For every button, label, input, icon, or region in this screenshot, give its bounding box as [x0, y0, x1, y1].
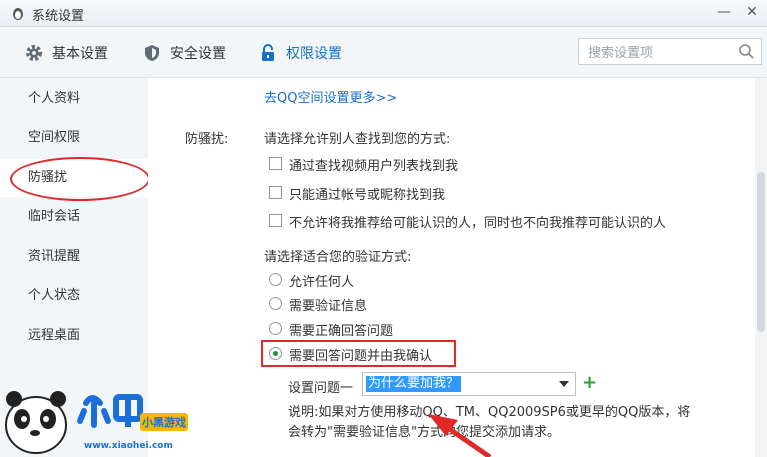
main-panel	[148, 78, 754, 457]
red-box-annotation	[261, 340, 456, 367]
scrollbar-thumb[interactable]	[757, 172, 765, 332]
red-circle-annotation	[10, 157, 150, 201]
tab-label: 权限设置	[286, 46, 342, 62]
close-button[interactable]: ✕	[742, 2, 762, 22]
sidebar-item-news-reminder[interactable]: 资讯提醒	[0, 238, 148, 276]
sidebar-item-profile[interactable]: 个人资料	[0, 80, 148, 118]
version-note: 说明:如果对方使用移动QQ、TM、QQ2009SP6或更早的QQ版本，将 会转为…	[288, 403, 708, 443]
verify-option-label: 允许任何人	[289, 275, 355, 290]
qq-penguin-icon	[13, 8, 23, 20]
sidebar-item-temp-session[interactable]: 临时会话	[0, 198, 148, 236]
lock-icon	[262, 44, 274, 61]
title-bar: 系统设置 — ✕	[0, 0, 767, 27]
sidebar-item-space-permission[interactable]: 空间权限	[0, 119, 148, 157]
watermark-url: www.xiaohei.com	[84, 441, 173, 451]
verify-option-radio[interactable]	[269, 297, 282, 310]
gear-icon	[26, 45, 42, 61]
find-option-label: 不允许将我推荐给可能认识的人，同时也不向我推荐可能认识的人	[289, 216, 667, 231]
search-box[interactable]	[578, 38, 762, 65]
find-option-checkbox[interactable]	[269, 157, 282, 170]
verify-method-question: 请选择适合您的验证方式:	[264, 250, 412, 265]
tab-security-settings[interactable]: 安全设置	[142, 41, 226, 65]
question-value: 为什么要加我？	[366, 376, 462, 392]
minimize-button[interactable]: —	[714, 2, 734, 22]
verify-option-radio[interactable]	[269, 273, 282, 286]
note-line: 会转为"需要验证信息"方式向您提交添加请求。	[288, 425, 560, 440]
tab-permission-settings[interactable]: 权限设置	[258, 41, 342, 65]
note-line: 说明:如果对方使用移动QQ、TM、QQ2009SP6或更早的QQ版本，将	[288, 405, 691, 420]
section-label: 防骚扰:	[185, 132, 229, 147]
window-title: 系统设置	[32, 9, 85, 24]
find-method-question: 请选择允许别人查找到您的方式:	[264, 132, 451, 147]
tab-label: 安全设置	[170, 46, 226, 62]
chevron-down-icon[interactable]	[559, 381, 569, 387]
question-select[interactable]: 为什么要加我？	[362, 372, 576, 396]
add-question-button[interactable]: +	[582, 372, 597, 393]
tab-label: 基本设置	[52, 46, 108, 62]
verify-option-radio[interactable]	[269, 322, 282, 335]
search-input[interactable]	[586, 43, 740, 63]
verify-option-label: 需要验证信息	[289, 299, 368, 314]
sidebar-item-personal-status[interactable]: 个人状态	[0, 277, 148, 315]
tab-basic-settings[interactable]: 基本设置	[24, 41, 108, 65]
watermark-text: 小黑游戏	[141, 415, 186, 429]
find-option-label: 只能通过帐号或昵称找到我	[289, 188, 446, 203]
question-one-label: 设置问题一	[288, 381, 354, 396]
verify-option-label: 需要正确回答问题	[289, 324, 394, 339]
qzone-more-link[interactable]: 去QQ空间设置更多>>	[264, 87, 397, 106]
find-option-label: 通过查找视频用户列表找到我	[289, 159, 459, 174]
search-icon[interactable]	[738, 43, 755, 60]
find-option-checkbox[interactable]	[269, 214, 282, 227]
find-option-checkbox[interactable]	[269, 186, 282, 199]
sidebar-item-remote-desktop[interactable]: 远程桌面	[0, 317, 148, 355]
shield-icon	[145, 45, 159, 61]
